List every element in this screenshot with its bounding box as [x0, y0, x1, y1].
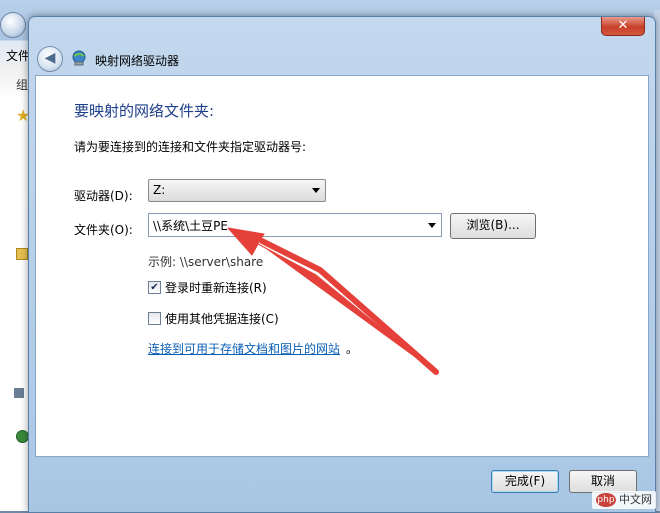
- annotation-arrow: [227, 227, 439, 375]
- watermark-text: 中文网: [619, 493, 652, 506]
- watermark-logo: php 中文网: [592, 491, 656, 509]
- php-logo-icon: php: [596, 493, 616, 507]
